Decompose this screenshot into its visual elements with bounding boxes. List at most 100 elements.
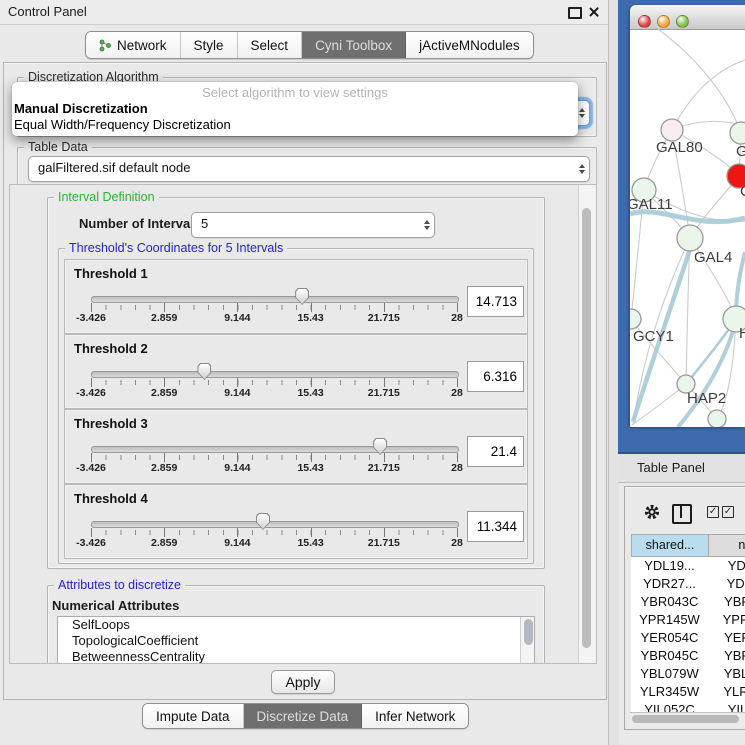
column-header-shared-name[interactable]: shared... [631, 534, 709, 557]
slider-major-tick [237, 453, 238, 462]
table-row[interactable]: YER054CYER054C [631, 629, 745, 647]
hscrollbar-thumb[interactable] [632, 715, 739, 723]
slider-scale-label: 28 [451, 387, 463, 399]
threshold-label: Threshold 3 [74, 416, 148, 431]
slider-thumb[interactable] [256, 513, 270, 530]
interval-definition-group: Interval Definition Number of Intervals … [47, 197, 545, 569]
slider-thumb[interactable] [295, 288, 309, 305]
close-icon[interactable] [588, 6, 600, 18]
tab-label: Network [117, 38, 167, 53]
network-canvas[interactable]: GAL80GALCGAL11GAL4GCY1HHAP2 [630, 29, 745, 427]
threshold-value-input[interactable]: 6.316 [467, 361, 524, 392]
table-data-combobox[interactable]: galFiltered.sif default node [28, 156, 590, 182]
table-row[interactable]: YBL079WYBL079W [631, 665, 745, 683]
slider-minor-ticks [91, 455, 458, 460]
num-intervals-combobox[interactable]: 5 [191, 212, 435, 238]
attributes-scrollbar[interactable] [520, 617, 534, 664]
cell-shared-name: YDR27... [631, 575, 708, 593]
slider-major-tick [91, 303, 92, 312]
application-window: Control Panel NetworkStyleSelectCyni Too… [0, 0, 745, 745]
float-window-icon[interactable] [568, 7, 582, 19]
apply-button[interactable]: Apply [271, 670, 335, 694]
cell-shared-name: YLR345W [631, 683, 708, 701]
threshold-value-input[interactable]: 11.344 [467, 511, 524, 542]
tab-cyni-toolbox[interactable]: Cyni Toolbox [302, 32, 406, 58]
tab-select[interactable]: Select [238, 32, 303, 58]
tab-infer-network[interactable]: Infer Network [362, 704, 468, 728]
network-node-label: GAL11 [630, 196, 673, 213]
network-node[interactable] [730, 122, 745, 144]
cell-name: YBR045C [708, 647, 745, 665]
threshold-panel: Threshold 3-3.4262.8599.14415.4321.71528… [64, 409, 528, 484]
cell-name: YBR043C [708, 593, 745, 611]
slider-track[interactable] [91, 296, 459, 303]
algorithm-option[interactable]: Manual Discretization [14, 101, 148, 116]
slider-minor-ticks [91, 380, 458, 385]
slider-track[interactable] [91, 446, 459, 453]
table-row[interactable]: YDR27...YDR27... [631, 575, 745, 593]
network-node[interactable] [677, 225, 703, 251]
slider-scale-label: 2.859 [151, 462, 177, 474]
table-row[interactable]: YBR043CYBR043C [631, 593, 745, 611]
slider-thumb[interactable] [373, 438, 387, 455]
algorithm-option[interactable]: Equal Width/Frequency Discretization [14, 117, 231, 132]
column-layout-icon[interactable] [672, 504, 692, 524]
zoom-traffic-light[interactable] [676, 15, 689, 28]
column-header-name[interactable]: name [708, 534, 745, 557]
slider-major-tick [384, 528, 385, 537]
network-window-titlebar[interactable] [630, 5, 745, 30]
threshold-label: Threshold 4 [74, 491, 148, 506]
table-row[interactable]: YDL19...YDL19... [631, 557, 745, 575]
slider-minor-ticks [91, 305, 458, 310]
slider-major-tick [237, 303, 238, 312]
network-node[interactable] [708, 410, 726, 427]
table-row[interactable]: YBR045CYBR045C [631, 647, 745, 665]
slider-major-tick [164, 453, 165, 462]
tab-impute-data[interactable]: Impute Data [143, 704, 244, 728]
table-row[interactable]: YLR345WYLR345W [631, 683, 745, 701]
slider-scale-label: 15.43 [297, 462, 323, 474]
slider-major-tick [384, 303, 385, 312]
network-node[interactable] [661, 119, 683, 141]
panel-scrollbar-thumb[interactable] [582, 208, 591, 648]
slider-scale-label: 15.43 [297, 387, 323, 399]
slider-track[interactable] [91, 371, 459, 378]
attribute-list-item[interactable]: BetweennessCentrality [58, 649, 534, 664]
numerical-attributes-list[interactable]: SelfLoopsTopologicalCoefficientBetweenne… [57, 616, 535, 664]
tab-label: Select [251, 38, 289, 53]
close-traffic-light[interactable] [638, 15, 651, 28]
tab-label: Impute Data [156, 709, 230, 724]
cell-name: YLR345W [708, 683, 745, 701]
thresholds-group: Threshold's Coordinates for 5 Intervals … [58, 248, 534, 564]
gear-icon[interactable] [643, 503, 661, 521]
tab-jactivemnodules[interactable]: jActiveMNodules [406, 32, 533, 58]
table-rows[interactable]: YDL19...YDL19...YDR27...YDR27...YBR043CY… [631, 557, 745, 712]
slider-major-tick [91, 528, 92, 537]
tab-discretize-data[interactable]: Discretize Data [244, 704, 363, 728]
tab-network[interactable]: Network [86, 32, 181, 58]
slider-thumb[interactable] [197, 363, 211, 380]
thresholds-title: Threshold's Coordinates for 5 Intervals [65, 241, 287, 256]
table-horizontal-scrollbar[interactable] [630, 712, 745, 726]
table-row[interactable]: YPR145WYPR145W [631, 611, 745, 629]
threshold-value-input[interactable]: 14.713 [467, 286, 524, 317]
slider-scale-label: 2.859 [151, 537, 177, 549]
minimize-traffic-light[interactable] [657, 15, 670, 28]
table-row[interactable]: YIL052CYIL052C [631, 701, 745, 712]
checkbox-checked-icon[interactable]: ✓ [707, 506, 719, 518]
cell-shared-name: YIL052C [631, 701, 708, 712]
tab-style[interactable]: Style [181, 32, 238, 58]
network-node-label: C [740, 183, 745, 200]
network-node[interactable] [630, 309, 641, 329]
attribute-list-item[interactable]: TopologicalCoefficient [58, 633, 534, 649]
tab-label: Cyni Toolbox [315, 38, 392, 53]
checkbox-checked-icon[interactable]: ✓ [722, 506, 734, 518]
slider-major-tick [237, 378, 238, 387]
threshold-label: Threshold 1 [74, 266, 148, 281]
cyni-toolbox-panel: Discretization Algorithm Table Data galF… [3, 62, 607, 700]
slider-major-tick [311, 453, 312, 462]
threshold-value-input[interactable]: 21.4 [467, 436, 524, 467]
attribute-list-item[interactable]: SelfLoops [58, 617, 534, 633]
panel-vertical-scrollbar[interactable] [578, 185, 596, 663]
slider-track[interactable] [91, 521, 459, 528]
